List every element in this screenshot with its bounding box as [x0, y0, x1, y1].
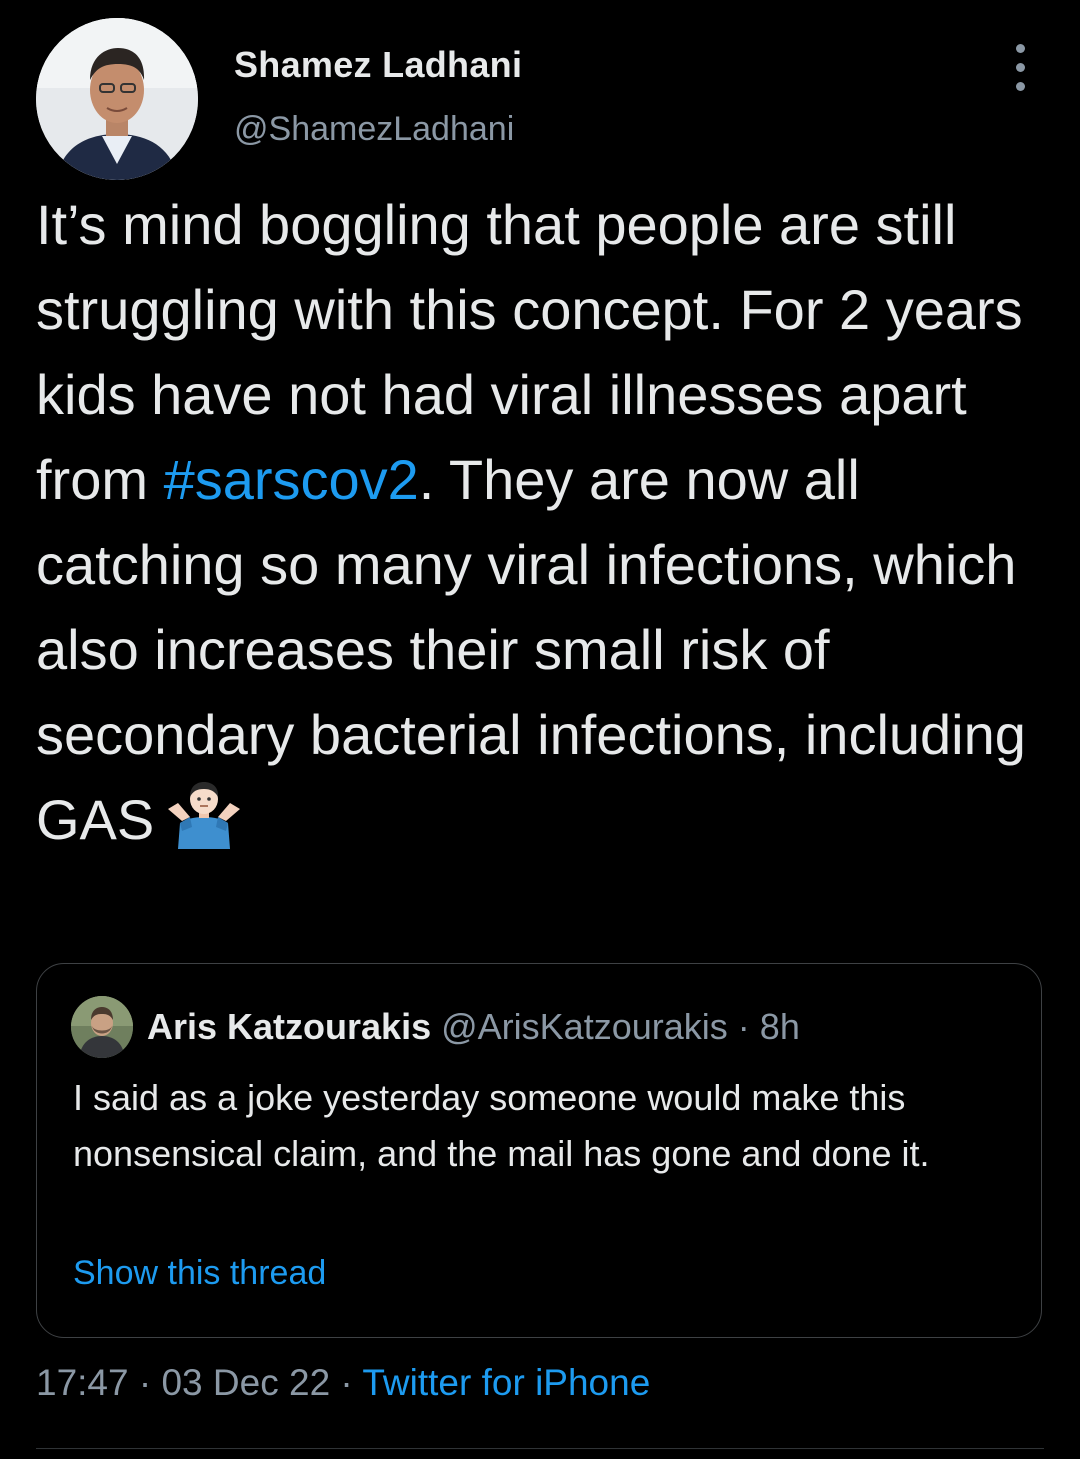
quoted-timestamp[interactable]: 8h	[760, 1006, 800, 1047]
author-handle[interactable]: @ShamezLadhani	[234, 110, 514, 149]
quoted-separator: ·	[737, 1006, 750, 1047]
quoted-author-avatar[interactable]	[71, 996, 133, 1058]
show-thread-link[interactable]: Show this thread	[73, 1254, 326, 1293]
tweet-text: It’s mind boggling that people are still…	[36, 182, 1056, 862]
divider	[36, 1448, 1044, 1449]
meta-separator: ·	[330, 1362, 363, 1403]
man-shrugging-emoji-icon	[164, 779, 244, 849]
tweet-meta: 17:47 · 03 Dec 22 · Twitter for iPhone	[36, 1362, 650, 1404]
tweet-detail: Shamez Ladhani @ShamezLadhani It’s mind …	[0, 0, 1080, 1459]
author-avatar-image	[36, 18, 198, 180]
meta-separator: ·	[128, 1362, 162, 1403]
more-options-icon[interactable]	[1008, 44, 1032, 104]
author-display-name[interactable]: Shamez Ladhani	[234, 44, 522, 86]
quoted-author-name[interactable]: Aris Katzourakis	[147, 1006, 431, 1047]
quoted-author-handle[interactable]: @ArisKatzourakis	[441, 1006, 728, 1047]
hashtag-link[interactable]: #sarscov2	[164, 448, 419, 511]
tweet-date[interactable]: 03 Dec 22	[161, 1362, 330, 1403]
quoted-tweet-header: Aris Katzourakis @ArisKatzourakis · 8h	[147, 1006, 800, 1048]
quoted-author-avatar-image	[71, 996, 133, 1058]
author-avatar[interactable]	[36, 18, 198, 180]
tweet-header: Shamez Ladhani @ShamezLadhani	[36, 18, 1046, 180]
quoted-tweet-card[interactable]: Aris Katzourakis @ArisKatzourakis · 8h I…	[36, 963, 1042, 1338]
tweet-time[interactable]: 17:47	[36, 1362, 129, 1403]
quoted-tweet-text: I said as a joke yesterday someone would…	[73, 1077, 930, 1174]
tweet-source-link[interactable]: Twitter for iPhone	[362, 1362, 650, 1403]
